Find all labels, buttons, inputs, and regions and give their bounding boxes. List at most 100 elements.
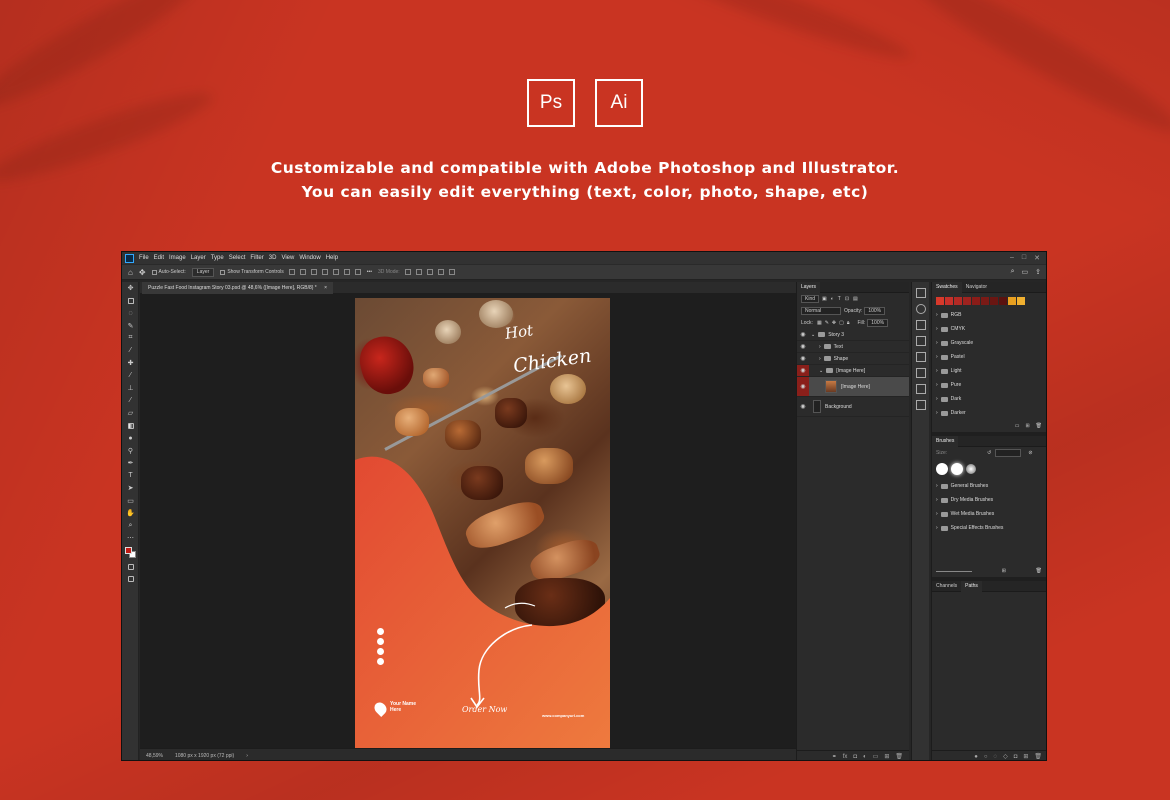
expand-chevron-icon[interactable]: ⌄ bbox=[819, 368, 823, 374]
eraser-tool-icon[interactable]: ▱ bbox=[122, 407, 139, 420]
splatter-brush[interactable] bbox=[966, 464, 976, 474]
swatch-group[interactable]: › Pastel bbox=[932, 350, 1046, 364]
path-select-tool-icon[interactable]: ➤ bbox=[122, 482, 139, 495]
menu-layer[interactable]: Layer bbox=[191, 255, 206, 261]
3d-roll-icon[interactable] bbox=[415, 269, 422, 275]
eyedropper-tool-icon[interactable]: ⁄ bbox=[122, 345, 139, 358]
zoom-tool-icon[interactable]: ⌕ bbox=[122, 520, 139, 533]
blend-mode-select[interactable]: Normal bbox=[801, 307, 841, 315]
make-path-icon[interactable]: ◇ bbox=[1003, 753, 1008, 760]
brush-group[interactable]: › Wet Media Brushes bbox=[932, 507, 1046, 521]
distribute-icon[interactable] bbox=[354, 269, 361, 275]
menu-edit[interactable]: Edit bbox=[154, 255, 164, 261]
new-swatch-icon[interactable]: ⊞ bbox=[1025, 423, 1029, 429]
load-selection-icon[interactable]: ◌ bbox=[994, 754, 998, 760]
visibility-eye-icon[interactable]: ◉ bbox=[797, 403, 809, 410]
filter-smart-icon[interactable]: ▤ bbox=[853, 296, 858, 302]
brush-group[interactable]: › Special Effects Brushes bbox=[932, 521, 1046, 535]
layer-row[interactable]: ◉ ⌄ Story 3 bbox=[797, 329, 909, 341]
layer-row[interactable]: ◉ › Shape bbox=[797, 353, 909, 365]
home-icon[interactable]: ⌂ bbox=[128, 268, 133, 277]
link-layers-icon[interactable]: ⚭ bbox=[832, 753, 837, 760]
brush-group[interactable]: › General Brushes bbox=[932, 479, 1046, 493]
styles-icon[interactable] bbox=[915, 368, 926, 378]
tab-swatches[interactable]: Swatches bbox=[932, 281, 962, 293]
reset-icon[interactable]: ↺ bbox=[987, 450, 991, 456]
history-brush-tool-icon[interactable]: ⁄ bbox=[122, 395, 139, 408]
search-icon[interactable]: ⌕ bbox=[1011, 268, 1015, 276]
3d-slide-icon[interactable] bbox=[437, 269, 444, 275]
document-tab[interactable]: Puzzle Fast Food Instagram Story 03.psd … bbox=[142, 282, 334, 294]
quick-select-tool-icon[interactable]: ✎ bbox=[122, 320, 139, 333]
lock-all-icon[interactable]: 🔒︎ bbox=[847, 320, 850, 326]
brush-settings-icon[interactable] bbox=[915, 336, 926, 346]
expand-chevron-icon[interactable]: › bbox=[819, 344, 821, 350]
align-center-icon[interactable] bbox=[332, 269, 339, 275]
close-icon[interactable]: ✕ bbox=[1034, 254, 1040, 262]
delete-swatch-icon[interactable]: 🗑︎ bbox=[1036, 423, 1042, 429]
align-right-icon[interactable] bbox=[343, 269, 350, 275]
lock-paint-icon[interactable]: ✎ bbox=[825, 320, 829, 326]
lock-artboard-icon[interactable]: ▢ bbox=[839, 320, 844, 326]
zoom-level[interactable]: 48,59% bbox=[146, 753, 163, 759]
hand-tool-icon[interactable]: ✋ bbox=[122, 507, 139, 520]
more-tools-icon[interactable]: ⋯ bbox=[122, 532, 139, 545]
layer-row[interactable]: ◉ ⌄ [Image Here] bbox=[797, 365, 909, 377]
filter-adjust-icon[interactable]: ◐ bbox=[831, 296, 834, 302]
3d-scale-icon[interactable] bbox=[448, 269, 455, 275]
new-group-icon[interactable]: ▭ bbox=[1015, 423, 1020, 429]
marquee-tool-icon[interactable] bbox=[122, 295, 139, 308]
auto-select-checkbox[interactable]: Auto-Select: bbox=[151, 269, 186, 275]
color-swatch[interactable] bbox=[1017, 297, 1025, 305]
spot-healing-tool-icon[interactable]: ✚ bbox=[122, 357, 139, 370]
swatch-group[interactable]: › RGB bbox=[932, 308, 1046, 322]
fill-path-icon[interactable]: ● bbox=[974, 754, 978, 760]
3d-pan-icon[interactable] bbox=[426, 269, 433, 275]
move-tool-icon[interactable]: ✥ bbox=[122, 282, 139, 295]
clone-stamp-tool-icon[interactable]: ⊥ bbox=[122, 382, 139, 395]
adjustments-icon[interactable] bbox=[915, 352, 926, 362]
new-brush-icon[interactable]: ⊞ bbox=[1002, 568, 1006, 574]
swatch-group[interactable]: › Light bbox=[932, 364, 1046, 378]
menu-view[interactable]: View bbox=[281, 255, 294, 261]
new-path-icon[interactable]: ⊞ bbox=[1023, 753, 1028, 760]
opacity-input[interactable]: 100% bbox=[864, 307, 886, 315]
layer-select[interactable]: Layer bbox=[191, 267, 215, 277]
paragraph-icon[interactable] bbox=[915, 400, 926, 410]
menu-image[interactable]: Image bbox=[169, 255, 186, 261]
color-swatch[interactable] bbox=[990, 297, 998, 305]
character-icon[interactable] bbox=[915, 384, 926, 394]
lasso-tool-icon[interactable]: ◌ bbox=[122, 307, 139, 320]
soft-round-brush[interactable] bbox=[951, 463, 963, 475]
tab-layers[interactable]: Layers bbox=[797, 281, 821, 293]
layer-row[interactable]: ◉ › Text bbox=[797, 341, 909, 353]
swatch-group[interactable]: › Grayscale bbox=[932, 336, 1046, 350]
shape-tool-icon[interactable]: ▭ bbox=[122, 495, 139, 508]
3d-rotate-icon[interactable] bbox=[404, 269, 411, 275]
foreground-color[interactable] bbox=[125, 546, 132, 554]
status-arrow-icon[interactable]: › bbox=[246, 753, 248, 759]
visibility-eye-icon[interactable]: ◉ bbox=[797, 331, 809, 338]
visibility-eye-icon[interactable]: ◉ bbox=[797, 343, 809, 350]
quick-mask-icon[interactable] bbox=[122, 561, 139, 574]
visibility-eye-icon[interactable]: ◉ bbox=[797, 377, 809, 396]
align-top-icon[interactable] bbox=[288, 269, 295, 275]
workspace-icon[interactable]: ▭ bbox=[1022, 268, 1029, 276]
more-options-icon[interactable]: ••• bbox=[367, 269, 372, 275]
swatch-group[interactable]: › Darker bbox=[932, 406, 1046, 420]
swatch-group[interactable]: › CMYK bbox=[932, 322, 1046, 336]
filter-shape-icon[interactable]: ⊡ bbox=[845, 296, 849, 302]
color-swatch[interactable] bbox=[1008, 297, 1016, 305]
delete-layer-icon[interactable]: 🗑︎ bbox=[895, 753, 903, 760]
tab-paths[interactable]: Paths bbox=[961, 580, 982, 592]
align-bottom-icon[interactable] bbox=[310, 269, 317, 275]
add-mask-icon[interactable]: ◘ bbox=[853, 754, 857, 760]
fx-icon[interactable]: fx bbox=[843, 754, 848, 760]
brush-size-slider[interactable] bbox=[936, 570, 972, 572]
new-group-icon[interactable]: ▭ bbox=[873, 753, 879, 760]
color-swatch[interactable] bbox=[972, 297, 980, 305]
gradient-tool-icon[interactable] bbox=[122, 420, 139, 433]
pen-tool-icon[interactable]: ✒ bbox=[122, 457, 139, 470]
menu-window[interactable]: Window bbox=[299, 255, 320, 261]
brush-group[interactable]: › Dry Media Brushes bbox=[932, 493, 1046, 507]
